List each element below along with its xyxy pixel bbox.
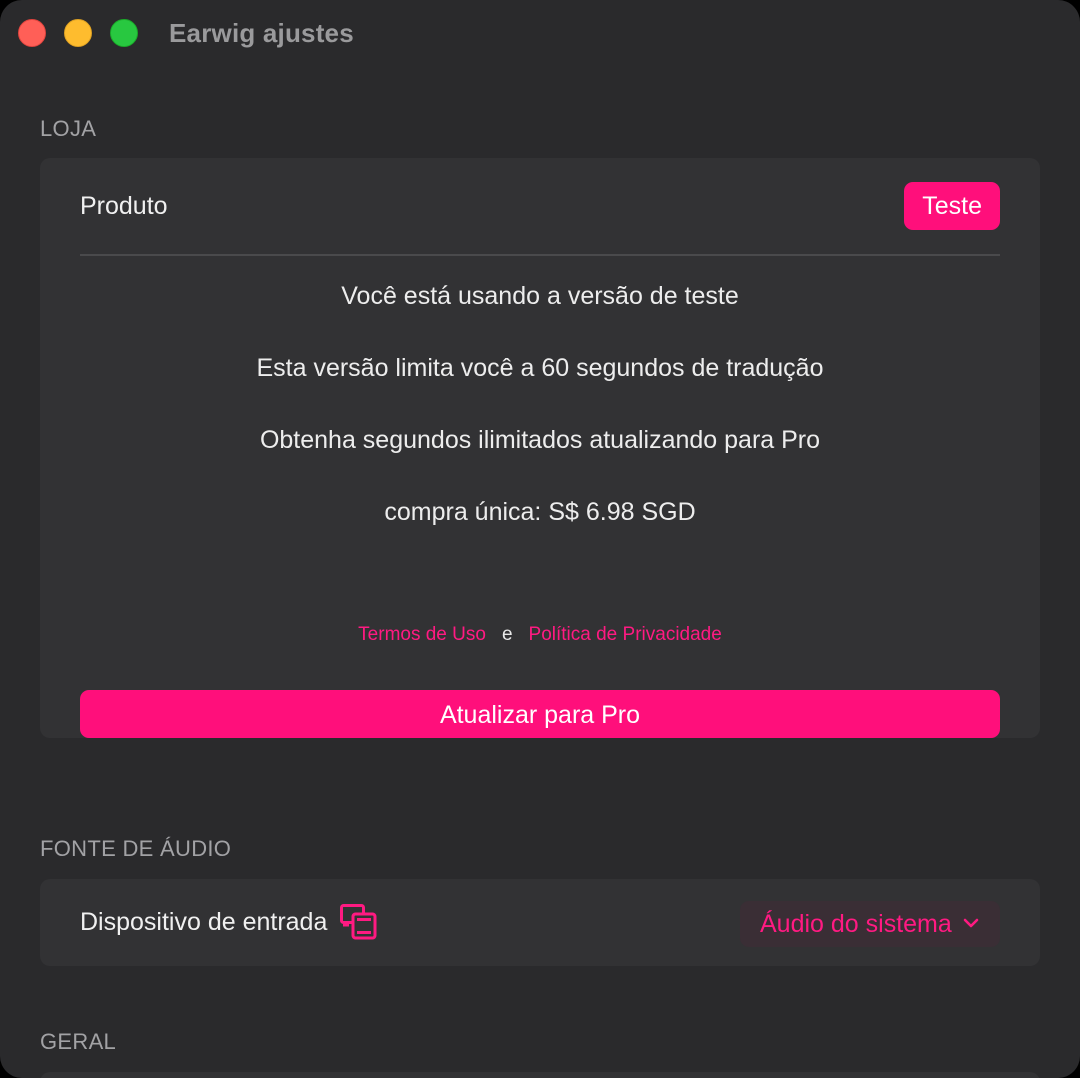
input-device-label: Dispositivo de entrada (80, 908, 328, 936)
audio-source-dropdown[interactable]: Áudio do sistema (740, 901, 1000, 947)
general-section-label: GERAL (40, 1029, 117, 1054)
trial-limit-text: Esta versão limita você a 60 segundos de… (256, 354, 824, 382)
product-label: Produto (80, 192, 168, 220)
general-card (40, 1072, 1040, 1078)
window-title: Earwig ajustes (169, 18, 354, 48)
divider (80, 254, 1000, 256)
chevron-down-icon (963, 918, 979, 928)
audio-source-card: Dispositivo de entrada Áudio do sistema (40, 879, 1040, 966)
upgrade-to-pro-button[interactable]: Atualizar para Pro (80, 690, 1000, 738)
audio-source-selected-value: Áudio do sistema (760, 910, 952, 938)
store-section-label: LOJA (40, 116, 97, 141)
trial-notice-text: Você está usando a versão de teste (341, 282, 739, 310)
minimize-window-button[interactable] (64, 19, 92, 47)
terms-of-use-link[interactable]: Termos de Uso (358, 624, 486, 645)
trial-status-badge: Teste (904, 182, 1000, 230)
store-card: Produto Teste Você está usando a versão … (40, 158, 1040, 738)
close-window-button[interactable] (18, 19, 46, 47)
price-text: compra única: S$ 6.98 SGD (384, 498, 696, 526)
zoom-window-button[interactable] (110, 19, 138, 47)
links-separator: e (501, 624, 513, 645)
upgrade-benefit-text: Obtenha segundos ilimitados atualizando … (259, 426, 821, 454)
screen-devices-icon (340, 904, 377, 940)
settings-window: Earwig ajustes LOJA Produto Teste Você e… (0, 0, 1080, 1078)
privacy-policy-link[interactable]: Política de Privacidade (529, 624, 722, 645)
legal-links: Termos de Uso e Política de Privacidade (40, 624, 1040, 646)
title-bar: Earwig ajustes (0, 0, 1080, 68)
audio-source-section-label: FONTE DE ÁUDIO (40, 836, 232, 861)
